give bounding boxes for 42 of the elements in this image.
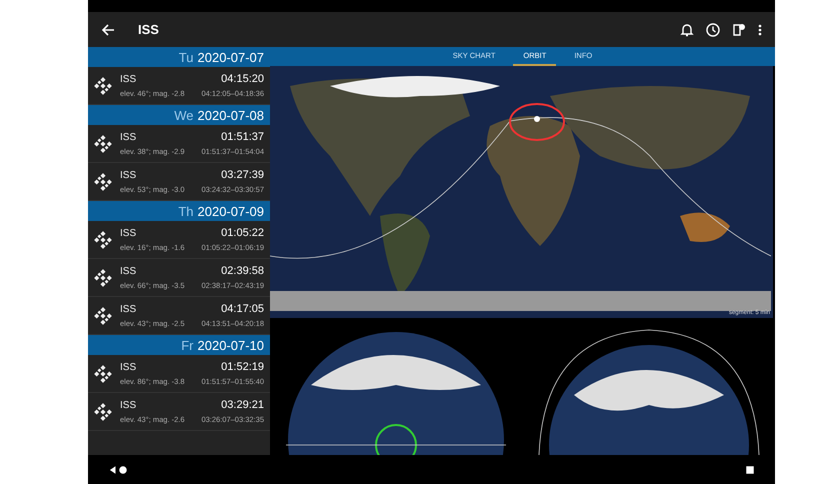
weekday-label: Tu [178, 50, 194, 64]
pass-time: 04:15:20 [221, 73, 264, 85]
weekday-label: Th [178, 204, 194, 218]
satellite-icon [94, 268, 112, 286]
pass-time: 01:51:37 [221, 131, 264, 143]
date-label: 2020-07-07 [198, 50, 264, 64]
date-label: 2020-07-09 [198, 204, 264, 218]
pass-time: 02:39:58 [221, 265, 264, 277]
pass-name: ISS [120, 304, 136, 314]
pass-name: ISS [120, 170, 136, 180]
satellite-icon [94, 402, 112, 420]
pass-name: ISS [120, 228, 136, 238]
pass-name: ISS [120, 266, 136, 276]
location-marker [509, 103, 565, 141]
pass-time: 03:29:21 [221, 399, 264, 411]
bell-icon[interactable] [679, 22, 695, 38]
app-title: ISS [138, 22, 160, 37]
date-label: 2020-07-10 [198, 338, 264, 352]
document-icon[interactable] [731, 22, 747, 38]
pass-name: ISS [120, 132, 136, 142]
recents-square-icon[interactable] [745, 464, 755, 474]
satellite-icon [94, 172, 112, 190]
satellite-icon [94, 230, 112, 248]
pass-name: ISS [120, 362, 136, 372]
pass-time: 01:05:22 [221, 227, 264, 239]
pass-time: 04:17:05 [221, 303, 264, 315]
date-label: 2020-07-08 [198, 108, 264, 122]
pass-name: ISS [120, 74, 136, 84]
satellite-icon [94, 134, 112, 152]
satellite-icon [94, 76, 112, 94]
back-triangle-icon[interactable] [108, 464, 118, 474]
satellite-icon [94, 364, 112, 382]
pass-name: ISS [120, 400, 136, 410]
pass-time: 01:52:19 [221, 361, 264, 373]
back-arrow-icon[interactable] [100, 22, 116, 38]
more-icon[interactable] [757, 22, 763, 38]
satellite-icon [94, 306, 112, 324]
home-circle-icon[interactable] [118, 464, 128, 474]
weekday-label: Fr [181, 338, 194, 352]
weekday-label: We [174, 108, 194, 122]
clock-icon[interactable] [705, 22, 721, 38]
pass-time: 03:27:39 [221, 169, 264, 181]
